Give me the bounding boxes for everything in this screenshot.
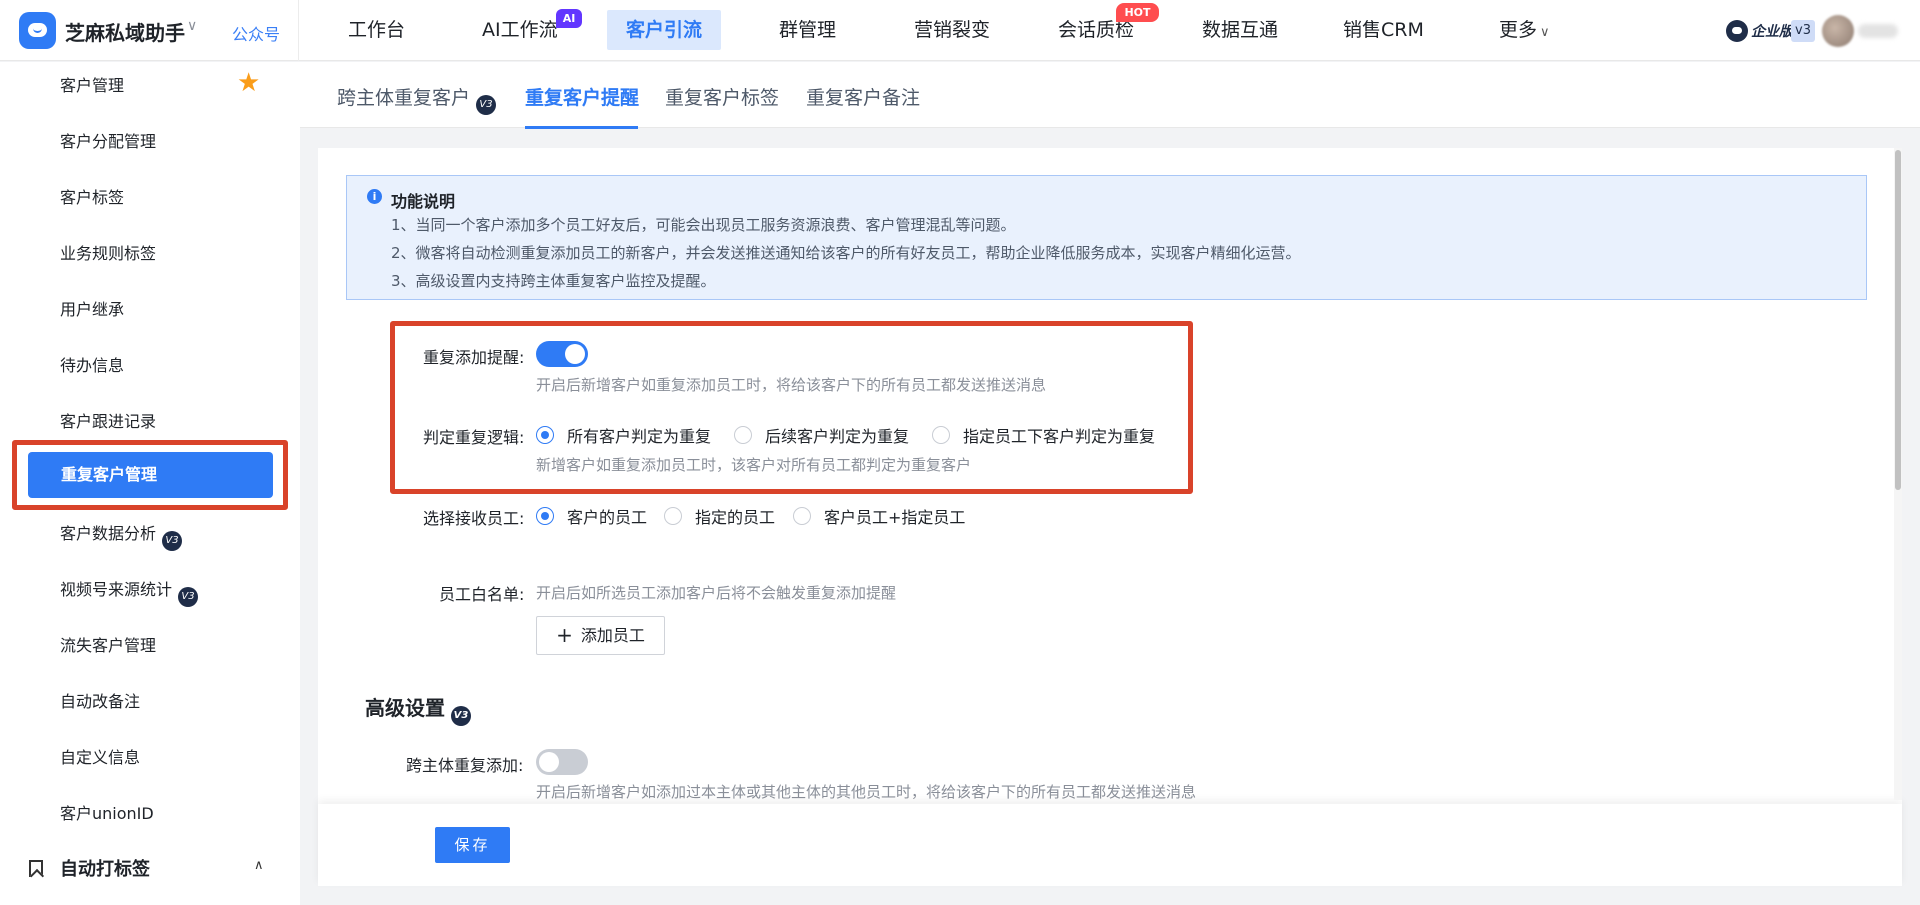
nav-item-workbench[interactable]: 工作台 (329, 10, 424, 50)
sidebar-group-auto-tagging[interactable]: 自动打标签 (60, 855, 150, 881)
radio-dot (793, 507, 811, 525)
star-icon[interactable]: ★ (237, 70, 260, 96)
info-title: 功能说明 (391, 192, 456, 211)
cross-entity-toggle[interactable] (536, 749, 588, 775)
ai-badge: AI (556, 9, 582, 28)
chevron-down-icon[interactable]: ∨ (187, 18, 197, 34)
advanced-settings-title: 高级设置 V3 (365, 692, 471, 726)
nav-item-customer-acquisition[interactable]: 客户引流 (607, 10, 722, 50)
sidebar-item-customer-tags[interactable]: 客户标签 (60, 184, 124, 208)
info-line: 1、当同一个客户添加多个员工好友后，可能会出现员工服务资源浪费、客户管理混乱等问… (391, 216, 1016, 234)
nav-item-more[interactable]: 更多 ∨ (1480, 10, 1569, 50)
info-icon: i (367, 189, 382, 204)
whitelist-label: 员工白名单: (439, 585, 525, 604)
info-line: 3、高级设置内支持跨主体重复客户监控及提醒。 (391, 272, 716, 290)
sidebar-item-label: 客户数据分析 (60, 524, 157, 543)
receiver-option-customer-staff[interactable]: 客户的员工 (536, 506, 648, 527)
sidebar-item-todo[interactable]: 待办信息 (60, 352, 124, 376)
nav-divider (298, 0, 299, 61)
nav-item-data-sync[interactable]: 数据互通 (1183, 10, 1297, 50)
radio-dot (536, 507, 554, 525)
sidebar-item-label: 视频号来源统计 (60, 580, 173, 599)
radio-dot (664, 507, 682, 525)
top-navigation-bar: 芝麻私域助手 ∨ 公众号 工作台 AI工作流 AI 客户引流 群管理 营销裂变 … (0, 0, 1920, 61)
chevron-up-icon[interactable]: ∧ (254, 858, 264, 873)
nav-item-group-management[interactable]: 群管理 (760, 10, 855, 50)
tab-cross-entity-duplicates[interactable]: 跨主体重复客户 V3 (337, 83, 497, 115)
edition-label: 企业版 (1751, 24, 1793, 40)
whitelist-hint: 开启后如所选员工添加客户后将不会触发重复添加提醒 (536, 584, 897, 602)
add-staff-button[interactable]: + 添加员工 (536, 616, 665, 655)
tab-label: 跨主体重复客户 (337, 87, 471, 109)
sidebar-item-customer-analytics[interactable]: 客户数据分析 V3 (60, 520, 183, 551)
sidebar-item-channels-source[interactable]: 视频号来源统计 V3 (60, 576, 199, 607)
sidebar-item-custom-info[interactable]: 自定义信息 (60, 744, 140, 768)
info-line: 2、微客将自动检测重复添加员工的新客户，并会发送推送通知给该客户的所有好友员工，… (391, 244, 1301, 262)
user-name-blurred[interactable] (1858, 24, 1898, 38)
sidebar-item-user-inheritance[interactable]: 用户继承 (60, 296, 124, 320)
v3-icon: V3 (476, 95, 497, 115)
plus-icon: + (556, 623, 573, 647)
avatar[interactable] (1822, 15, 1854, 47)
nav-item-marketing-fission[interactable]: 营销裂变 (895, 10, 1009, 50)
v3-icon: V3 (178, 587, 199, 607)
nav-item-sales-crm[interactable]: 销售CRM (1324, 10, 1443, 50)
toggle-knob (539, 752, 559, 772)
bookmark-icon (29, 860, 43, 877)
add-staff-label: 添加员工 (580, 626, 645, 645)
sidebar-item-churned-customers[interactable]: 流失客户管理 (60, 632, 156, 656)
sidebar-item-auto-remark[interactable]: 自动改备注 (60, 688, 140, 712)
v3-icon: V3 (451, 706, 471, 726)
official-account-link[interactable]: 公众号 (232, 21, 280, 45)
sidebar-item-followup-records[interactable]: 客户跟进记录 (60, 408, 156, 432)
tab-duplicate-reminder[interactable]: 重复客户提醒 (525, 83, 639, 110)
scrollbar-thumb[interactable] (1895, 150, 1901, 490)
footer-bar (318, 804, 1902, 886)
active-tab-underline (525, 126, 638, 129)
app-name[interactable]: 芝麻私域助手 (65, 17, 185, 46)
sidebar-item-customer-allocation[interactable]: 客户分配管理 (60, 128, 156, 152)
nav-more-label: 更多 (1499, 19, 1538, 41)
version-badge: v3 (1791, 20, 1815, 42)
tab-duplicate-tags[interactable]: 重复客户标签 (665, 83, 779, 110)
advanced-title-text: 高级设置 (365, 696, 445, 720)
tab-duplicate-remarks[interactable]: 重复客户备注 (806, 83, 920, 110)
sidebar-item-business-rule-tags[interactable]: 业务规则标签 (60, 240, 156, 264)
enterprise-icon (1726, 20, 1748, 42)
highlight-box-form (390, 321, 1193, 494)
sidebar-item-union-id[interactable]: 客户unionID (60, 800, 154, 824)
sidebar-item-customer-management[interactable]: 客户管理 (60, 72, 124, 96)
radio-label: 客户员工+指定员工 (824, 508, 966, 527)
app-logo-icon[interactable] (19, 12, 56, 49)
save-button[interactable]: 保存 (435, 827, 510, 863)
radio-label: 客户的员工 (567, 508, 648, 527)
cross-entity-label: 跨主体重复添加: (406, 756, 524, 775)
receiver-label: 选择接收员工: (423, 509, 525, 528)
cross-entity-hint: 开启后新增客户如添加过本主体或其他主体的其他员工时，将给该客户下的所有员工都发送… (536, 783, 1197, 801)
receiver-option-both[interactable]: 客户员工+指定员工 (793, 506, 966, 527)
hot-badge: HOT (1116, 3, 1159, 22)
receiver-option-specified-staff[interactable]: 指定的员工 (664, 506, 776, 527)
v3-icon: V3 (162, 531, 183, 551)
highlight-box-sidebar (12, 440, 288, 510)
radio-label: 指定的员工 (695, 508, 776, 527)
chevron-down-icon: ∨ (1540, 25, 1550, 40)
